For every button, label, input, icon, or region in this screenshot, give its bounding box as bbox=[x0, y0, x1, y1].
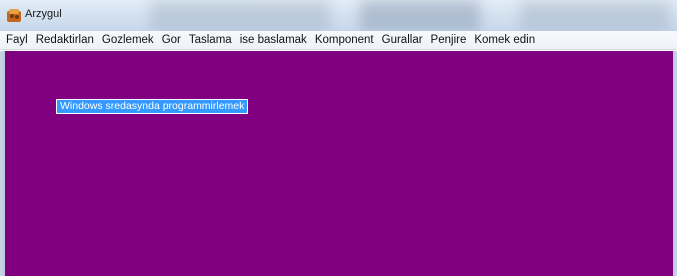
app-icon[interactable] bbox=[6, 8, 22, 23]
menu-item-gurallar[interactable]: Gurallar bbox=[378, 34, 427, 46]
application-window: Arzygul Fayl Redaktirlan Gozlemek Gor Ta… bbox=[0, 0, 677, 276]
client-area[interactable] bbox=[5, 51, 673, 276]
menu-item-ise-baslamak[interactable]: ise baslamak bbox=[236, 34, 311, 46]
menu-item-komponent[interactable]: Komponent bbox=[311, 34, 378, 46]
selected-text-label[interactable]: Windows sredasynda programmirlemek bbox=[56, 99, 249, 114]
menu-item-taslama[interactable]: Taslama bbox=[185, 34, 236, 46]
window-border-right bbox=[673, 51, 677, 276]
menu-item-gozlemek[interactable]: Gozlemek bbox=[98, 34, 158, 46]
title-bar-glass-effect bbox=[360, 0, 480, 31]
title-bar-glass-effect bbox=[520, 0, 670, 31]
title-bar-glass-effect bbox=[150, 0, 330, 31]
menu-bar: Fayl Redaktirlan Gozlemek Gor Taslama is… bbox=[0, 31, 677, 50]
menu-item-penjire[interactable]: Penjire bbox=[427, 34, 471, 46]
menu-item-gor[interactable]: Gor bbox=[158, 34, 185, 46]
menu-item-redaktirlan[interactable]: Redaktirlan bbox=[32, 34, 98, 46]
menu-item-fayl[interactable]: Fayl bbox=[2, 34, 32, 46]
window-title: Arzygul bbox=[25, 8, 62, 20]
title-bar[interactable]: Arzygul bbox=[0, 0, 677, 31]
menu-item-komek-edin[interactable]: Komek edin bbox=[470, 34, 539, 46]
